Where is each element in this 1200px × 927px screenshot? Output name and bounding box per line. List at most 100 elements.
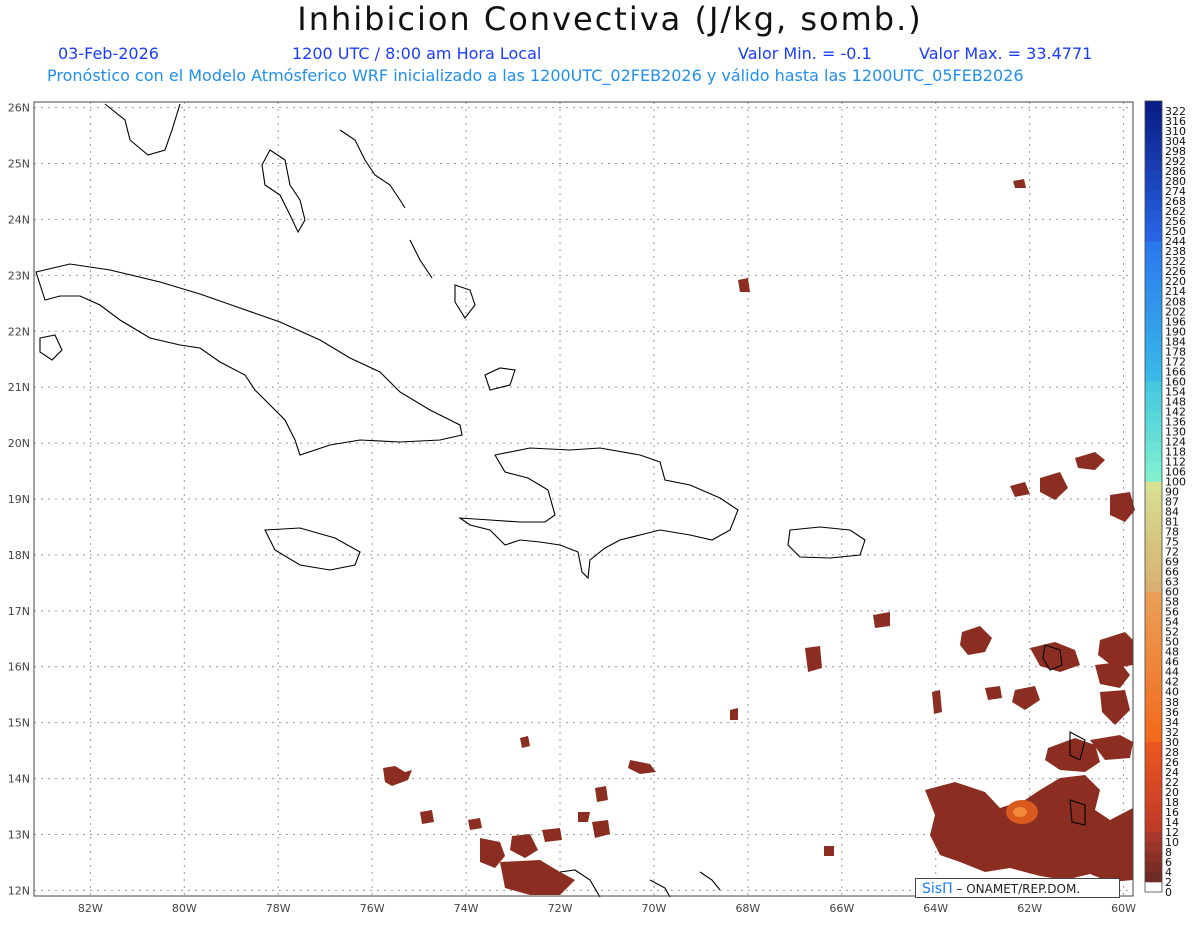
colorbar-swatch bbox=[1145, 521, 1162, 532]
colorbar-swatch bbox=[1145, 301, 1162, 312]
colorbar-swatch bbox=[1145, 721, 1162, 733]
colorbar-swatch bbox=[1145, 651, 1162, 663]
colorbar-swatch bbox=[1145, 531, 1162, 542]
colorbar-swatch bbox=[1145, 471, 1162, 482]
florida-coastline bbox=[104, 103, 181, 156]
colorbar-swatch bbox=[1145, 871, 1162, 883]
colorbar-swatch bbox=[1145, 341, 1162, 352]
colorbar-swatch bbox=[1145, 431, 1162, 442]
colorbar-swatch bbox=[1145, 421, 1162, 432]
colorbar-swatch bbox=[1145, 601, 1162, 612]
cin-blob bbox=[925, 775, 1133, 882]
colorbar-swatch bbox=[1145, 271, 1162, 282]
jamaica-coastline bbox=[264, 527, 361, 571]
colorbar-swatch bbox=[1145, 741, 1162, 753]
colorbar-label: 322 bbox=[1165, 105, 1186, 118]
cin-blob bbox=[932, 690, 942, 714]
cin-blob bbox=[542, 828, 562, 842]
colorbar-swatch bbox=[1145, 391, 1162, 402]
cin-blob bbox=[1100, 690, 1130, 725]
lon-tick-label: 82W bbox=[78, 902, 103, 915]
lon-tick-label: 70W bbox=[642, 902, 667, 915]
colorbar-swatch bbox=[1145, 771, 1162, 783]
colorbar-swatch bbox=[1145, 251, 1162, 262]
colorbar-swatch bbox=[1145, 201, 1162, 212]
lon-tick-label: 64W bbox=[923, 902, 948, 915]
lat-tick-label: 16N bbox=[8, 661, 30, 674]
lat-tick-label: 15N bbox=[8, 717, 30, 730]
isla-juventud-coastline bbox=[39, 334, 63, 361]
colorbar-swatch bbox=[1145, 411, 1162, 422]
andros-coastline bbox=[261, 149, 306, 234]
colorbar-swatch bbox=[1145, 491, 1162, 502]
cin-blob bbox=[730, 708, 738, 720]
cin-blob bbox=[500, 860, 575, 895]
colorbar-swatch bbox=[1145, 121, 1162, 132]
cin-blob bbox=[960, 626, 992, 655]
cin-blob bbox=[1110, 492, 1135, 522]
lat-tick-label: 23N bbox=[8, 269, 30, 282]
colorbar-swatch bbox=[1145, 641, 1162, 652]
lon-tick-label: 62W bbox=[1017, 902, 1042, 915]
cin-blob bbox=[1075, 452, 1105, 470]
colorbar-swatch bbox=[1145, 481, 1162, 492]
lat-tick-label: 26N bbox=[8, 102, 30, 115]
cin-blob bbox=[510, 834, 538, 858]
colorbar-swatch bbox=[1145, 621, 1162, 632]
lon-tick-label: 66W bbox=[829, 902, 854, 915]
colorbar-swatch bbox=[1145, 781, 1162, 793]
cin-blob bbox=[805, 646, 822, 672]
lon-tick-label: 72W bbox=[548, 902, 573, 915]
colorbar-swatch bbox=[1145, 681, 1162, 693]
colorbar-swatch bbox=[1145, 581, 1162, 592]
map-canvas: 82W 80W 78W 76W 74W 72W 70W 68W 66W 64W 62W 60W 12N 1… bbox=[8, 100, 1186, 915]
colorbar-swatch bbox=[1145, 131, 1162, 142]
colorbar-swatch bbox=[1145, 501, 1162, 512]
lat-tick-label: 12N bbox=[8, 884, 30, 897]
lat-tick-label: 14N bbox=[8, 773, 30, 786]
colorbar: 0246810121416182022242628303234363840424… bbox=[1144, 100, 1186, 899]
colorbar-swatch bbox=[1145, 611, 1162, 622]
colorbar-swatch bbox=[1145, 561, 1162, 572]
colorbar-swatch bbox=[1145, 821, 1162, 833]
colorbar-swatch bbox=[1145, 451, 1162, 462]
colorbar-swatch bbox=[1145, 441, 1162, 452]
colorbar-swatch bbox=[1145, 281, 1162, 292]
lat-tick-label: 18N bbox=[8, 549, 30, 562]
bahamas-coastline bbox=[339, 129, 406, 209]
colorbar-swatch bbox=[1145, 161, 1162, 172]
colorbar-swatch bbox=[1145, 231, 1162, 242]
cin-blob bbox=[383, 766, 412, 786]
colorbar-swatch bbox=[1145, 801, 1162, 813]
colorbar-swatch bbox=[1145, 691, 1162, 703]
cin-blob bbox=[1012, 686, 1040, 710]
colorbar-swatch bbox=[1145, 141, 1162, 152]
south-america-coastline bbox=[649, 879, 671, 898]
sispi-logo: SisΠ bbox=[922, 881, 953, 897]
cin-blob bbox=[628, 760, 656, 774]
colorbar-swatch bbox=[1145, 671, 1162, 683]
cin-blob bbox=[592, 820, 610, 838]
cin-blob bbox=[595, 786, 608, 802]
cin-field bbox=[383, 179, 1135, 895]
lat-tick-label: 21N bbox=[8, 381, 30, 394]
lat-tick-label: 25N bbox=[8, 158, 30, 171]
cin-blob bbox=[824, 846, 834, 856]
lat-tick-label: 20N bbox=[8, 437, 30, 450]
colorbar-swatch bbox=[1145, 371, 1162, 382]
colorbar-swatch bbox=[1145, 631, 1162, 642]
colorbar-swatch bbox=[1145, 861, 1162, 873]
cin-blob bbox=[1040, 472, 1068, 500]
credit-box: SisΠ – ONAMET/REP.DOM. bbox=[915, 878, 1120, 898]
colorbar-swatch bbox=[1145, 381, 1162, 392]
lat-tick-label: 17N bbox=[8, 605, 30, 618]
cin-blob bbox=[1013, 179, 1026, 188]
colorbar-swatch bbox=[1145, 261, 1162, 272]
colorbar-swatch bbox=[1145, 791, 1162, 803]
puerto-rico-coastline bbox=[787, 526, 866, 559]
cin-blob bbox=[738, 278, 750, 292]
colorbar-swatch bbox=[1145, 661, 1162, 673]
cin-blob bbox=[468, 818, 482, 830]
colorbar-swatch bbox=[1145, 751, 1162, 763]
colorbar-swatch bbox=[1145, 541, 1162, 552]
